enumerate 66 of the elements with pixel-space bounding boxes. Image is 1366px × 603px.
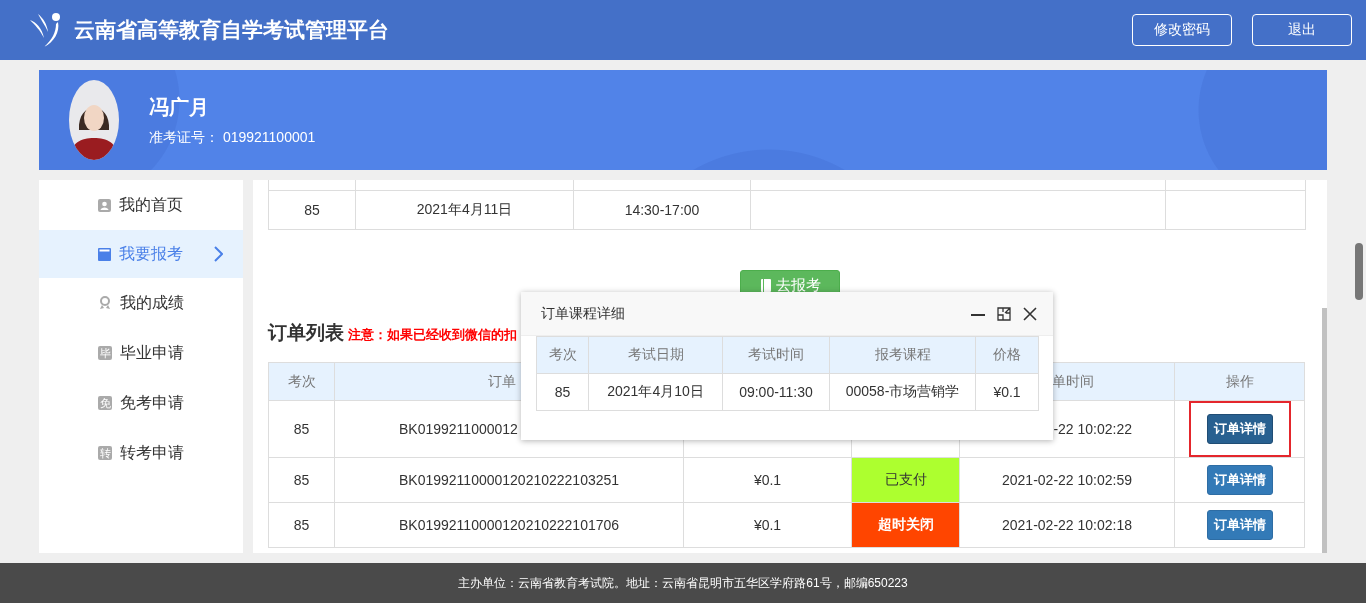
- cell-text: 14:30-17:00: [624, 202, 700, 218]
- cell-text: ¥0.1: [753, 517, 782, 533]
- nav-item[interactable]: 转 转考申请: [39, 428, 243, 478]
- order-detail-button[interactable]: 订单详情: [1206, 510, 1273, 540]
- header-button[interactable]: 修改密码: [1132, 14, 1232, 46]
- cell-text: BK01992110000120210222101706: [399, 517, 620, 533]
- nav-label: 免考申请: [120, 392, 184, 413]
- close-icon[interactable]: [1023, 306, 1037, 321]
- student-name: 冯广月: [149, 94, 210, 120]
- cell-text: 85: [293, 517, 310, 533]
- cell-text: BK0199211000012: [399, 421, 518, 437]
- column-header: 考次: [548, 346, 577, 362]
- column-header: 价格: [993, 346, 1021, 362]
- status-cell: 超时关闭: [851, 502, 960, 548]
- cell-text: 85: [304, 202, 320, 218]
- nav-item[interactable]: 我的成绩: [39, 278, 243, 328]
- nav-label: 我要报考: [119, 243, 183, 264]
- section-title: 订单列表: [268, 321, 344, 345]
- order-detail-button[interactable]: 订单详情: [1206, 414, 1273, 444]
- maximize-icon[interactable]: [997, 306, 1011, 321]
- nav-item[interactable]: 我要报考: [39, 230, 243, 278]
- medal-icon: [98, 296, 112, 310]
- dialog-title: 订单课程详细: [541, 304, 626, 323]
- cell-text: 2021年4月10日: [607, 383, 704, 399]
- cell-text: 85: [554, 384, 571, 400]
- column-header: 考试日期: [627, 346, 684, 362]
- cell-text: 2021-02-22 10:02:59: [1002, 472, 1132, 488]
- person-icon: [98, 198, 111, 212]
- cell-text: 09:00-11:30: [739, 384, 813, 400]
- header-button[interactable]: 退出: [1252, 14, 1352, 46]
- glyph-icon: 毕: [98, 346, 112, 360]
- app-title: 云南省高等教育自学考试管理平台: [74, 17, 389, 43]
- cell-text: BK01992110000120210222103251: [399, 472, 620, 488]
- column-header: 报考课程: [874, 346, 931, 362]
- cell-text: -22 10:02:22: [1053, 421, 1132, 437]
- scrollbar-thumb[interactable]: [1355, 243, 1363, 300]
- nav-label: 我的首页: [119, 194, 183, 215]
- column-header: 考次: [287, 372, 316, 389]
- column-header: 订单: [488, 372, 516, 389]
- chevron-icon: [214, 246, 223, 262]
- cell-text: ¥0.1: [753, 472, 782, 488]
- nav-item[interactable]: 毕 毕业申请: [39, 328, 243, 378]
- glyph-icon: 免: [98, 396, 112, 410]
- column-header: 单时间: [1052, 372, 1094, 389]
- column-header: 考试时间: [748, 346, 804, 362]
- glyph-icon: 转: [98, 446, 112, 460]
- exam-id: 准考证号： 019921100001: [149, 128, 316, 147]
- logo-icon: [28, 12, 62, 48]
- cell-text: 85: [293, 472, 310, 488]
- card-icon: [98, 247, 111, 261]
- nav-item[interactable]: 我的首页: [39, 180, 243, 230]
- nav-label: 我的成绩: [120, 292, 184, 313]
- order-detail-button[interactable]: 订单详情: [1206, 465, 1273, 495]
- nav-item[interactable]: 免 免考申请: [39, 378, 243, 428]
- column-header: 操作: [1225, 372, 1254, 389]
- cell-text: 00058-市场营销学: [845, 383, 960, 399]
- cell-text: 2021年4月11日: [416, 201, 513, 217]
- nav-label: 转考申请: [120, 442, 184, 463]
- status-cell: 已支付: [851, 457, 960, 503]
- cell-text: 85: [293, 421, 310, 437]
- cell-text: ¥0.1: [993, 384, 1021, 400]
- footer-text: 主办单位：云南省教育考试院。地址：云南省昆明市五华区学府路61号，邮编650223: [458, 574, 908, 592]
- cell-text: 2021-02-22 10:02:18: [1002, 517, 1132, 533]
- scrollbar[interactable]: [1322, 308, 1327, 553]
- nav-label: 毕业申请: [120, 342, 184, 363]
- warning-note: 注意：如果已经收到微信的扣: [348, 326, 517, 344]
